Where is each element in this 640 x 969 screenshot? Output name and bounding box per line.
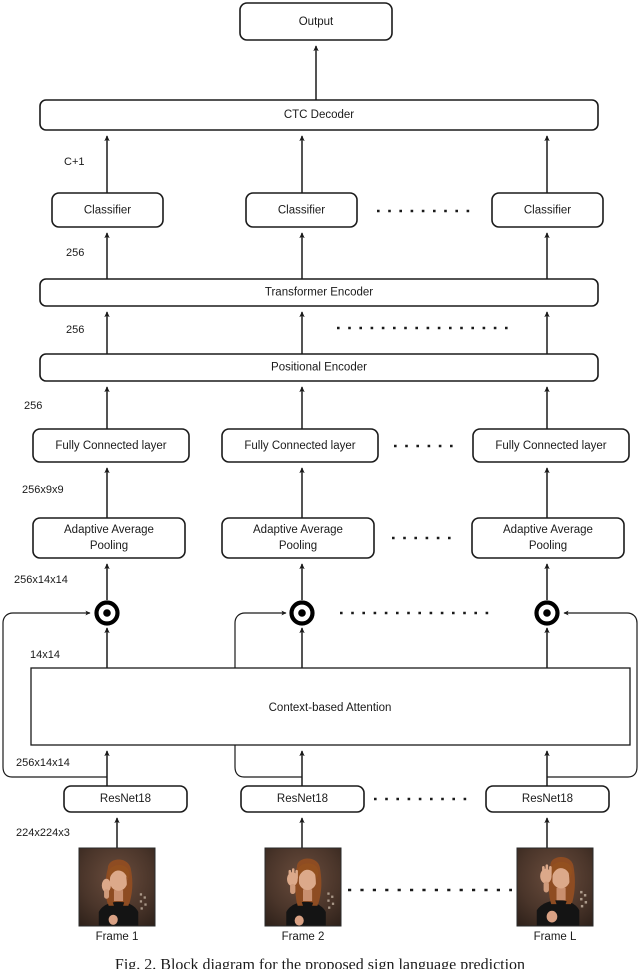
context-attention-label: Context-based Attention [269,702,392,714]
frame-caption-2: Frame 2 [282,931,325,943]
multiply-node-3 [534,600,560,626]
frame-thumbnail-1: Frame 1 [78,847,156,943]
adaptive-pooling-node-3: Adaptive Average Pooling [471,517,625,559]
adaptive-pooling-label-3a: Adaptive Average [503,524,593,536]
resnet18-label-1: ResNet18 [100,793,151,805]
figure-caption: Fig. 2. Block diagram for the proposed s… [115,957,525,969]
architecture-diagram: Output CTC Decoder C+1 Classifier Classi… [2,2,638,969]
frame-image-3 [517,848,593,926]
edge-label-fc-out: 256 [24,400,42,412]
adaptive-pooling-label-2a: Adaptive Average [253,524,343,536]
classifier-node-2: Classifier [245,192,358,228]
frame-caption-3: Frame L [534,931,577,943]
classifier-node-3: Classifier [491,192,604,228]
positional-encoder-node: Positional Encoder [39,353,599,382]
fully-connected-node-2: Fully Connected layer [221,428,379,463]
figure-root: Output CTC Decoder C+1 Classifier Classi… [0,0,640,969]
fully-connected-label-1: Fully Connected layer [55,440,166,452]
edge-label-c-plus-1: C+1 [64,156,85,168]
adaptive-pooling-label-1b: Pooling [90,540,128,552]
frame-thumbnail-3: Frame L [516,847,594,943]
multiply-dot-1 [103,609,111,617]
multiply-node-1 [94,600,120,626]
frame-thumbnail-2: Frame 2 [264,847,342,943]
resnet18-label-2: ResNet18 [277,793,328,805]
fully-connected-node-3: Fully Connected layer [472,428,630,463]
edge-label-resnet-out: 256x14x14 [16,757,70,769]
transformer-encoder-node: Transformer Encoder [39,278,599,307]
resnet18-node-1: ResNet18 [63,785,188,813]
adaptive-pooling-label-3b: Pooling [529,540,567,552]
output-label: Output [299,16,334,28]
fully-connected-node-1: Fully Connected layer [32,428,190,463]
output-node: Output [239,2,393,41]
multiply-dot-3 [543,609,551,617]
ctc-decoder-label: CTC Decoder [284,109,354,121]
edge-label-attention-weights: 14x14 [30,649,60,661]
frame-image-1 [79,848,155,926]
edge-label-frame-input: 224x224x3 [16,827,70,839]
adaptive-pooling-label-2b: Pooling [279,540,317,552]
edge-label-mul-out: 256x14x14 [14,574,68,586]
ctc-decoder-node: CTC Decoder [39,99,599,131]
fully-connected-label-2: Fully Connected layer [244,440,355,452]
adaptive-pooling-node-2: Adaptive Average Pooling [221,517,375,559]
multiply-dot-2 [298,609,306,617]
resnet18-label-3: ResNet18 [522,793,573,805]
edge-label-positional-out: 256 [66,324,84,336]
frame-caption-1: Frame 1 [96,931,139,943]
adaptive-pooling-node-1: Adaptive Average Pooling [32,517,186,559]
transformer-encoder-label: Transformer Encoder [265,287,373,299]
classifier-label-3: Classifier [524,205,571,217]
resnet18-node-3: ResNet18 [485,785,610,813]
classifier-node-1: Classifier [51,192,164,228]
classifier-label-2: Classifier [278,205,325,217]
edge-label-pool-out: 256x9x9 [22,484,64,496]
classifier-label-1: Classifier [84,205,131,217]
positional-encoder-label: Positional Encoder [271,362,367,374]
multiply-node-2 [289,600,315,626]
fully-connected-label-3: Fully Connected layer [495,440,606,452]
frame-image-2 [265,848,341,926]
resnet18-node-2: ResNet18 [240,785,365,813]
edge-label-transformer-out: 256 [66,247,84,259]
context-attention-node: Context-based Attention [30,667,631,746]
adaptive-pooling-label-1a: Adaptive Average [64,524,154,536]
